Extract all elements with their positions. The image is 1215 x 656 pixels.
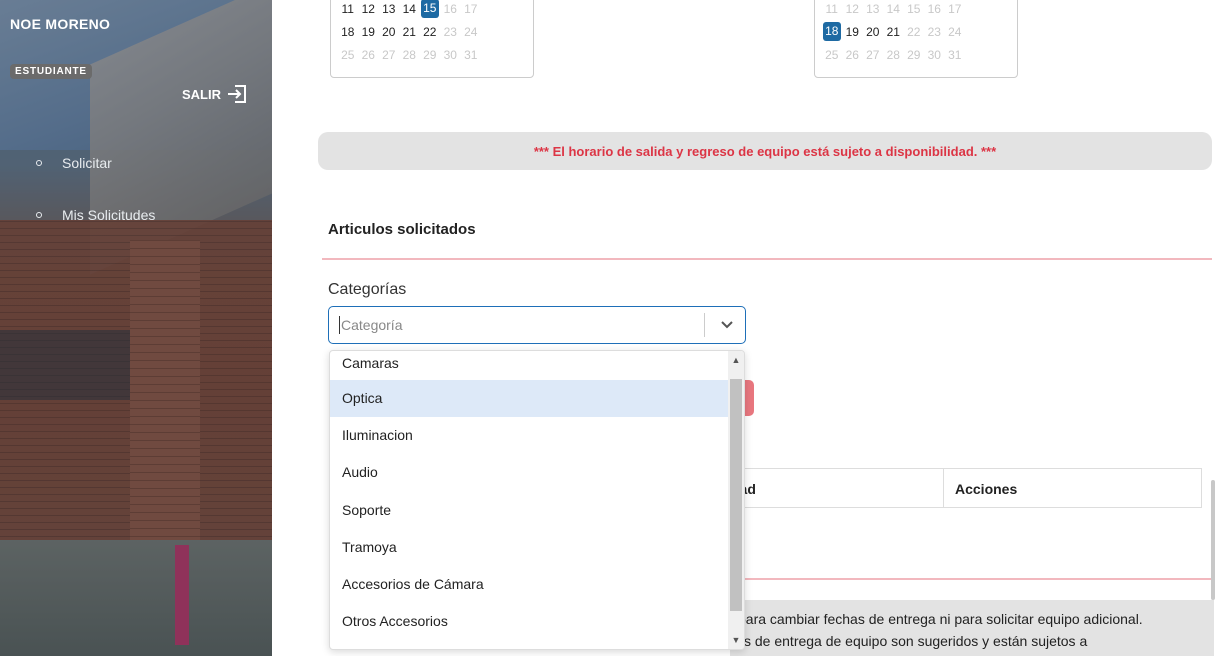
- calendar-day[interactable]: 31: [462, 48, 480, 62]
- scroll-up-icon[interactable]: ▲: [731, 355, 741, 365]
- calendar-day[interactable]: 28: [885, 48, 903, 62]
- calendar-day[interactable]: 30: [926, 48, 944, 62]
- category-dropdown-menu[interactable]: Camaras Optica Iluminacion Audio Soporte…: [329, 350, 745, 650]
- sidebar: NOE MORENO ESTUDIANTE SALIR Solicitar Mi…: [0, 0, 272, 656]
- calendar-day[interactable]: 21: [885, 25, 903, 39]
- table-header-actions: Acciones: [955, 481, 1018, 497]
- calendar-day[interactable]: 15: [421, 0, 439, 18]
- sidebar-item-solicitar[interactable]: Solicitar: [36, 155, 112, 171]
- availability-notice: *** El horario de salida y regreso de eq…: [318, 132, 1212, 170]
- dropdown-option-accesorios-camara[interactable]: Accesorios de Cámara: [330, 566, 730, 603]
- logout-button[interactable]: SALIR: [182, 82, 249, 106]
- calendar-day[interactable]: 22: [905, 25, 923, 39]
- calendar-day[interactable]: 23: [926, 25, 944, 39]
- dropdown-option-optica[interactable]: Optica: [330, 380, 730, 417]
- calendar-day[interactable]: 11: [339, 2, 357, 16]
- calendar-day[interactable]: 16: [926, 2, 944, 16]
- calendar-day[interactable]: 27: [864, 48, 882, 62]
- calendar-day[interactable]: 20: [864, 25, 882, 39]
- categories-label: Categorías: [328, 281, 407, 298]
- table-divider: [943, 469, 944, 507]
- calendar-day[interactable]: 12: [844, 2, 862, 16]
- sidebar-item-label: Solicitar: [62, 155, 112, 171]
- calendar-return: 11 12 13 14 15 16 17 18 19 20 21 22 23 24 25 26 27 28 29…: [814, 0, 1018, 78]
- items-table: dad Acciones: [730, 468, 1202, 508]
- select-separator: [704, 313, 705, 337]
- scroll-down-icon[interactable]: ▼: [731, 635, 741, 645]
- calendar-day[interactable]: 19: [360, 25, 378, 39]
- section-divider: [322, 258, 1212, 260]
- calendar-day[interactable]: 15: [905, 2, 923, 16]
- calendar-day[interactable]: 20: [380, 25, 398, 39]
- calendar-day[interactable]: 13: [864, 2, 882, 16]
- dropdown-option-otros-accesorios[interactable]: Otros Accesorios: [330, 603, 730, 640]
- bullet-icon: [36, 160, 42, 166]
- calendar-departure: 11 12 13 14 15 16 17 18 19 20 21 22 23 24 25 26 27 28 29…: [330, 0, 534, 78]
- calendar-day[interactable]: 18: [823, 22, 841, 41]
- calendar-day[interactable]: 24: [946, 25, 964, 39]
- dropdown-option-soporte[interactable]: Soporte: [330, 492, 730, 529]
- calendar-day[interactable]: 19: [844, 25, 862, 39]
- calendar-day[interactable]: 31: [946, 48, 964, 62]
- page-scrollbar-thumb[interactable]: [1211, 480, 1215, 600]
- calendar-day[interactable]: 29: [905, 48, 923, 62]
- calendar-day[interactable]: 26: [360, 48, 378, 62]
- calendar-day[interactable]: 16: [442, 2, 460, 16]
- dropdown-option-camaras[interactable]: Camaras: [330, 351, 730, 382]
- calendar-day[interactable]: 27: [380, 48, 398, 62]
- section-divider: [730, 578, 1212, 580]
- calendar-day[interactable]: 11: [823, 2, 841, 16]
- calendar-day[interactable]: 22: [421, 25, 439, 39]
- role-badge: ESTUDIANTE: [10, 64, 92, 79]
- main-content: 11 12 13 14 15 16 17 18 19 20 21 22 23 24 25 26 27 28 29…: [272, 0, 1215, 656]
- calendar-day[interactable]: 29: [421, 48, 439, 62]
- info-box: para cambiar fechas de entrega ni para s…: [730, 600, 1214, 656]
- info-text-line: s de entrega de equipo son sugeridos y e…: [744, 633, 1088, 649]
- bullet-icon: [36, 212, 42, 218]
- calendar-day[interactable]: 25: [823, 48, 841, 62]
- dropdown-option-tramoya[interactable]: Tramoya: [330, 529, 730, 566]
- logout-label: SALIR: [182, 86, 221, 102]
- category-select-input[interactable]: Categoría: [339, 316, 704, 334]
- info-text-line: para cambiar fechas de entrega ni para s…: [738, 611, 1143, 627]
- calendar-day[interactable]: 26: [844, 48, 862, 62]
- dropdown-option-audio[interactable]: Audio: [330, 454, 730, 491]
- sidebar-item-mis-solicitudes[interactable]: Mis Solicitudes: [36, 207, 155, 223]
- calendar-day[interactable]: 14: [885, 2, 903, 16]
- calendar-day[interactable]: 25: [339, 48, 357, 62]
- calendar-day[interactable]: 14: [401, 2, 419, 16]
- calendar-day[interactable]: 23: [442, 25, 460, 39]
- sidebar-item-label: Mis Solicitudes: [62, 207, 156, 223]
- chevron-down-icon[interactable]: [715, 315, 739, 335]
- calendar-day[interactable]: 17: [946, 2, 964, 16]
- dropdown-option-iluminacion[interactable]: Iluminacion: [330, 417, 730, 454]
- dropdown-scrollbar-thumb[interactable]: [730, 379, 742, 611]
- logout-icon: [228, 85, 246, 103]
- user-name: NOE MORENO: [10, 16, 111, 32]
- calendar-day[interactable]: 18: [339, 25, 357, 39]
- category-select[interactable]: Categoría: [328, 306, 746, 344]
- calendar-day[interactable]: 28: [401, 48, 419, 62]
- calendar-day[interactable]: 30: [442, 48, 460, 62]
- section-title: Articulos solicitados: [328, 221, 476, 238]
- calendar-day[interactable]: 21: [401, 25, 419, 39]
- calendar-day[interactable]: 13: [380, 2, 398, 16]
- calendar-day[interactable]: 17: [462, 2, 480, 16]
- calendar-day[interactable]: 24: [462, 25, 480, 39]
- calendar-day[interactable]: 12: [360, 2, 378, 16]
